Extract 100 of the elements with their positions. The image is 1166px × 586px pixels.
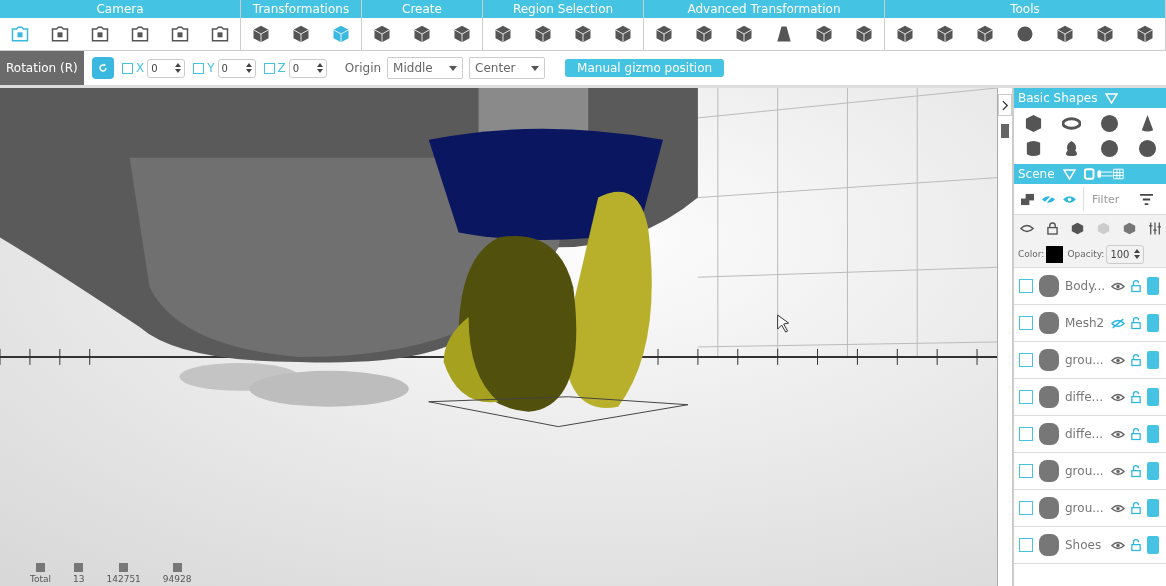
- panel-handle[interactable]: [1001, 124, 1009, 138]
- color-swatch[interactable]: [1046, 245, 1064, 263]
- object-name[interactable]: Body...: [1065, 279, 1105, 293]
- lock-icon[interactable]: [1047, 221, 1058, 235]
- sphere-icon: [1015, 24, 1035, 44]
- stat-value: 94928: [162, 574, 192, 584]
- cube-icon[interactable]: [1123, 221, 1136, 235]
- spinner-arrows-icon[interactable]: [175, 63, 182, 73]
- axis-checkbox[interactable]: [263, 62, 275, 74]
- object-name[interactable]: grou...: [1065, 464, 1105, 478]
- cube-icon: [854, 24, 874, 44]
- stat-label: Total: [30, 574, 52, 584]
- cube-icon: [452, 24, 472, 44]
- eye-icon[interactable]: [1111, 354, 1125, 366]
- sphere-icon[interactable]: [1137, 139, 1157, 158]
- eye-icon[interactable]: [1111, 280, 1125, 292]
- cube-icon: [654, 24, 674, 44]
- pyramid-icon: [774, 24, 794, 44]
- toolbar-group-label: Transformations: [241, 0, 361, 18]
- item-checkbox[interactable]: [1019, 390, 1033, 404]
- item-checkbox[interactable]: [1019, 538, 1033, 552]
- stat-icon: [119, 563, 129, 572]
- item-checkbox[interactable]: [1019, 316, 1033, 330]
- object-name[interactable]: diffe...: [1065, 390, 1105, 404]
- cube-icon: [493, 24, 513, 44]
- object-name[interactable]: Mesh2: [1065, 316, 1105, 330]
- cube-icon[interactable]: [1071, 221, 1084, 235]
- object-thumbnail: [1039, 275, 1059, 297]
- panel-title: Basic Shapes: [1018, 91, 1098, 105]
- cube-icon: [895, 24, 915, 44]
- camera-icon: [170, 24, 190, 44]
- object-name[interactable]: Shoes: [1065, 538, 1105, 552]
- stat-icon: [172, 563, 182, 572]
- sphere-icon[interactable]: [1099, 114, 1119, 133]
- mode-label: Rotation (R): [0, 51, 84, 85]
- cube-icon[interactable]: [1023, 114, 1043, 133]
- axis-label: X: [136, 61, 145, 75]
- cube-icon: [1055, 24, 1075, 44]
- object-thumbnail: [1039, 497, 1059, 519]
- item-checkbox[interactable]: [1019, 279, 1033, 293]
- color-label: Color:: [1018, 249, 1045, 259]
- eye-icon[interactable]: [1111, 502, 1125, 514]
- toolbar-group-label: Advanced Transformation: [644, 0, 884, 18]
- object-name[interactable]: grou...: [1065, 353, 1105, 367]
- number-field[interactable]: 0: [288, 58, 327, 78]
- axis-checkbox[interactable]: [193, 62, 205, 74]
- spinner-arrows-icon[interactable]: [1134, 249, 1141, 259]
- cube-icon: [814, 24, 834, 44]
- opacity-field[interactable]: 100: [1106, 244, 1145, 264]
- cube-icon: [291, 24, 311, 44]
- camera-icon: [10, 24, 30, 44]
- filter-icon[interactable]: [1140, 193, 1153, 205]
- eye-icon[interactable]: [1111, 465, 1125, 477]
- item-checkbox[interactable]: [1019, 501, 1033, 515]
- number-field[interactable]: 0: [147, 58, 186, 78]
- object-thumbnail: [1039, 423, 1059, 445]
- cube-icon: [613, 24, 633, 44]
- cube-icon: [734, 24, 754, 44]
- item-checkbox[interactable]: [1019, 464, 1033, 478]
- object-name[interactable]: diffe...: [1065, 427, 1105, 441]
- eye-icon[interactable]: [1111, 539, 1125, 551]
- number-field[interactable]: 0: [217, 58, 256, 78]
- eye-icon[interactable]: [1111, 428, 1125, 440]
- origin-dropdown[interactable]: Center: [469, 57, 546, 79]
- camera-icon: [90, 24, 110, 44]
- origin-dropdown[interactable]: Middle: [387, 57, 464, 79]
- object-thumbnail: [1039, 460, 1059, 482]
- axis-checkbox[interactable]: [122, 62, 133, 74]
- object-thumbnail: [1039, 312, 1059, 334]
- eye-icon[interactable]: [1020, 222, 1034, 234]
- item-checkbox[interactable]: [1019, 353, 1033, 367]
- spinner-arrows-icon[interactable]: [245, 63, 252, 73]
- sphere-icon[interactable]: [1099, 139, 1119, 158]
- toolbar-group-label: Create: [362, 0, 482, 18]
- origin-label: Origin: [344, 61, 382, 75]
- camera-icon: [50, 24, 70, 44]
- caret-icon: [531, 65, 540, 71]
- stat-icon: [74, 563, 84, 572]
- object-thumbnail: [1039, 386, 1059, 408]
- toolbar-group-label: Camera: [0, 0, 240, 18]
- cube-icon: [935, 24, 955, 44]
- spinner-arrows-icon[interactable]: [316, 63, 323, 73]
- object-thumbnail: [1039, 534, 1059, 556]
- item-checkbox[interactable]: [1019, 427, 1033, 441]
- stat-value: 13: [73, 574, 85, 584]
- torus-icon[interactable]: [1061, 114, 1081, 133]
- stat-value: 142751: [106, 574, 141, 584]
- cube-icon: [533, 24, 553, 44]
- cube-icon: [412, 24, 432, 44]
- view-toggle-icon[interactable]: [1083, 168, 1126, 180]
- eye-icon[interactable]: [1111, 391, 1125, 403]
- toolbar-group-label: Tools: [885, 0, 1165, 18]
- group-icon[interactable]: [1020, 192, 1035, 206]
- object-name[interactable]: grou...: [1065, 501, 1105, 515]
- rotate-icon: [97, 62, 109, 74]
- sliders-icon[interactable]: [1149, 221, 1161, 235]
- object-thumbnail: [1039, 349, 1059, 371]
- caret-icon: [449, 65, 458, 71]
- expand-button[interactable]: [998, 94, 1012, 116]
- opacity-label: Opacity:: [1067, 249, 1105, 259]
